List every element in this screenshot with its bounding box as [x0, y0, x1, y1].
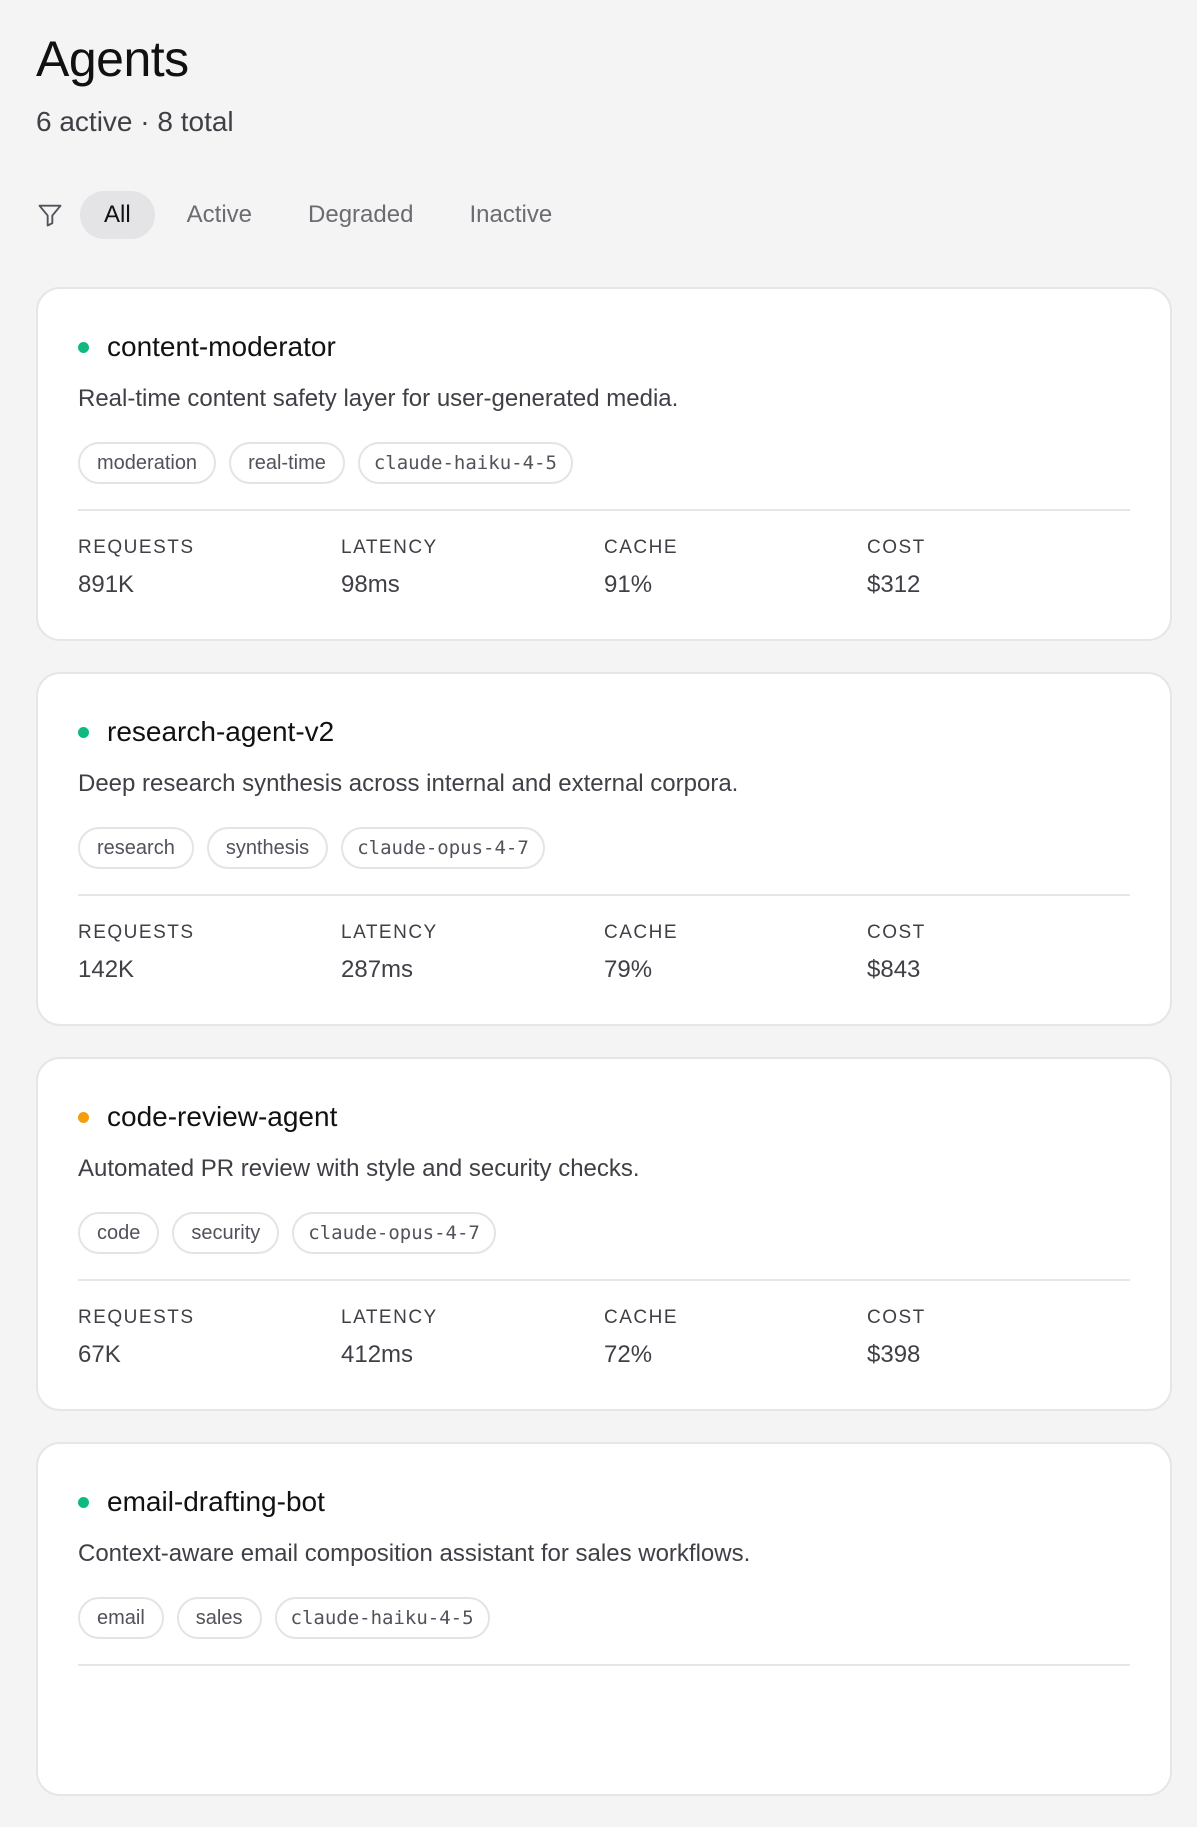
status-filter-bar: All Active Degraded Inactive	[36, 190, 584, 240]
metric-cost: COST $843	[867, 922, 1130, 984]
metric-value: 79%	[604, 956, 653, 983]
tag: real-time	[229, 442, 345, 484]
agent-card[interactable]: email-drafting-bot Context-aware email c…	[36, 1442, 1172, 1796]
metric-latency: LATENCY 287ms	[341, 922, 604, 984]
agent-card[interactable]: research-agent-v2 Deep research synthesi…	[36, 672, 1172, 1026]
agent-name[interactable]: content-moderator	[107, 331, 336, 363]
metric-latency: LATENCY 98ms	[341, 537, 604, 599]
metric-value: $843	[867, 956, 921, 983]
metric-cache: CACHE 79%	[604, 922, 867, 984]
tag: security	[172, 1212, 280, 1254]
status-indicator	[78, 726, 89, 738]
filter-tab-active[interactable]: Active	[163, 191, 276, 239]
tag: synthesis	[206, 827, 329, 869]
card-divider	[78, 509, 1130, 511]
agent-description: Real-time content safety layer for user-…	[78, 385, 679, 412]
metric-requests: REQUESTS 891K	[78, 537, 341, 599]
metric-value: $312	[867, 571, 921, 598]
agent-card-header: research-agent-v2	[78, 716, 334, 748]
model-tag: claude-haiku-4-5	[274, 1597, 490, 1639]
tag: email	[78, 1597, 164, 1639]
status-indicator	[78, 1496, 89, 1508]
tag: research	[78, 827, 194, 869]
metric-label: COST	[867, 1307, 926, 1328]
agent-card-header: content-moderator	[78, 331, 336, 363]
agent-card[interactable]: content-moderator Real-time content safe…	[36, 287, 1172, 641]
page-title: Agents	[36, 31, 189, 87]
filter-tab-all[interactable]: All	[80, 191, 155, 239]
filter-tab-inactive[interactable]: Inactive	[445, 191, 576, 239]
metric-value: 412ms	[341, 1341, 414, 1368]
filter-icon[interactable]	[36, 201, 64, 229]
tag: code	[78, 1212, 160, 1254]
card-divider	[78, 894, 1130, 896]
tag: moderation	[78, 442, 217, 484]
agent-description: Deep research synthesis across internal …	[78, 770, 739, 797]
metric-label: LATENCY	[341, 537, 438, 558]
model-tag: claude-opus-4-7	[292, 1212, 496, 1254]
status-indicator	[78, 1111, 89, 1123]
metric-value: $398	[867, 1341, 921, 1368]
metric-value: 98ms	[341, 571, 400, 598]
metric-label: CACHE	[604, 537, 679, 558]
metric-label: LATENCY	[341, 1307, 438, 1328]
metric-requests: REQUESTS 67K	[78, 1307, 341, 1369]
agent-card[interactable]: code-review-agent Automated PR review wi…	[36, 1057, 1172, 1411]
metric-cache: CACHE 72%	[604, 1307, 867, 1369]
metric-cache: CACHE 91%	[604, 537, 867, 599]
metric-label: LATENCY	[341, 922, 438, 943]
card-divider	[78, 1279, 1130, 1281]
metric-label: REQUESTS	[78, 537, 195, 558]
agent-description: Context-aware email composition assistan…	[78, 1540, 751, 1567]
metric-label: REQUESTS	[78, 922, 195, 943]
metric-label: CACHE	[604, 1307, 679, 1328]
agent-name[interactable]: email-drafting-bot	[107, 1486, 325, 1518]
model-tag: claude-haiku-4-5	[357, 442, 573, 484]
metric-value: 67K	[78, 1341, 121, 1368]
agent-metrics: REQUESTS 67K LATENCY 412ms CACHE 72% COS…	[78, 1307, 1130, 1369]
card-divider	[78, 1664, 1130, 1666]
metric-latency: LATENCY 412ms	[341, 1307, 604, 1369]
metric-cost: COST $312	[867, 537, 1130, 599]
agent-metrics: REQUESTS 891K LATENCY 98ms CACHE 91% COS…	[78, 537, 1130, 599]
metric-cost: COST $398	[867, 1307, 1130, 1369]
status-indicator	[78, 341, 89, 353]
agent-tags: research synthesis claude-opus-4-7	[78, 827, 558, 869]
metric-label: REQUESTS	[78, 1307, 195, 1328]
metric-value: 72%	[604, 1341, 653, 1368]
agent-tags: moderation real-time claude-haiku-4-5	[78, 442, 586, 484]
model-tag: claude-opus-4-7	[341, 827, 545, 869]
agents-page: Agents 6 active · 8 total All Active Deg…	[0, 0, 1197, 1796]
agent-count-summary: 6 active · 8 total	[36, 106, 234, 137]
metric-label: COST	[867, 922, 926, 943]
agent-metrics: REQUESTS 142K LATENCY 287ms CACHE 79% CO…	[78, 922, 1130, 984]
agent-card-list: content-moderator Real-time content safe…	[36, 287, 1172, 1827]
agent-tags: email sales claude-haiku-4-5	[78, 1597, 503, 1639]
agent-name[interactable]: research-agent-v2	[107, 716, 334, 748]
metric-requests: REQUESTS 142K	[78, 922, 341, 984]
agent-card-header: email-drafting-bot	[78, 1486, 325, 1518]
metric-value: 142K	[78, 956, 135, 983]
metric-value: 287ms	[341, 956, 414, 983]
tag: sales	[176, 1597, 262, 1639]
metric-value: 91%	[604, 571, 653, 598]
filter-tab-degraded[interactable]: Degraded	[284, 191, 437, 239]
agent-card-header: code-review-agent	[78, 1101, 337, 1133]
metric-label: CACHE	[604, 922, 679, 943]
agent-tags: code security claude-opus-4-7	[78, 1212, 509, 1254]
metric-label: COST	[867, 537, 926, 558]
metric-value: 891K	[78, 571, 135, 598]
agent-name[interactable]: code-review-agent	[107, 1101, 337, 1133]
agent-description: Automated PR review with style and secur…	[78, 1155, 640, 1182]
